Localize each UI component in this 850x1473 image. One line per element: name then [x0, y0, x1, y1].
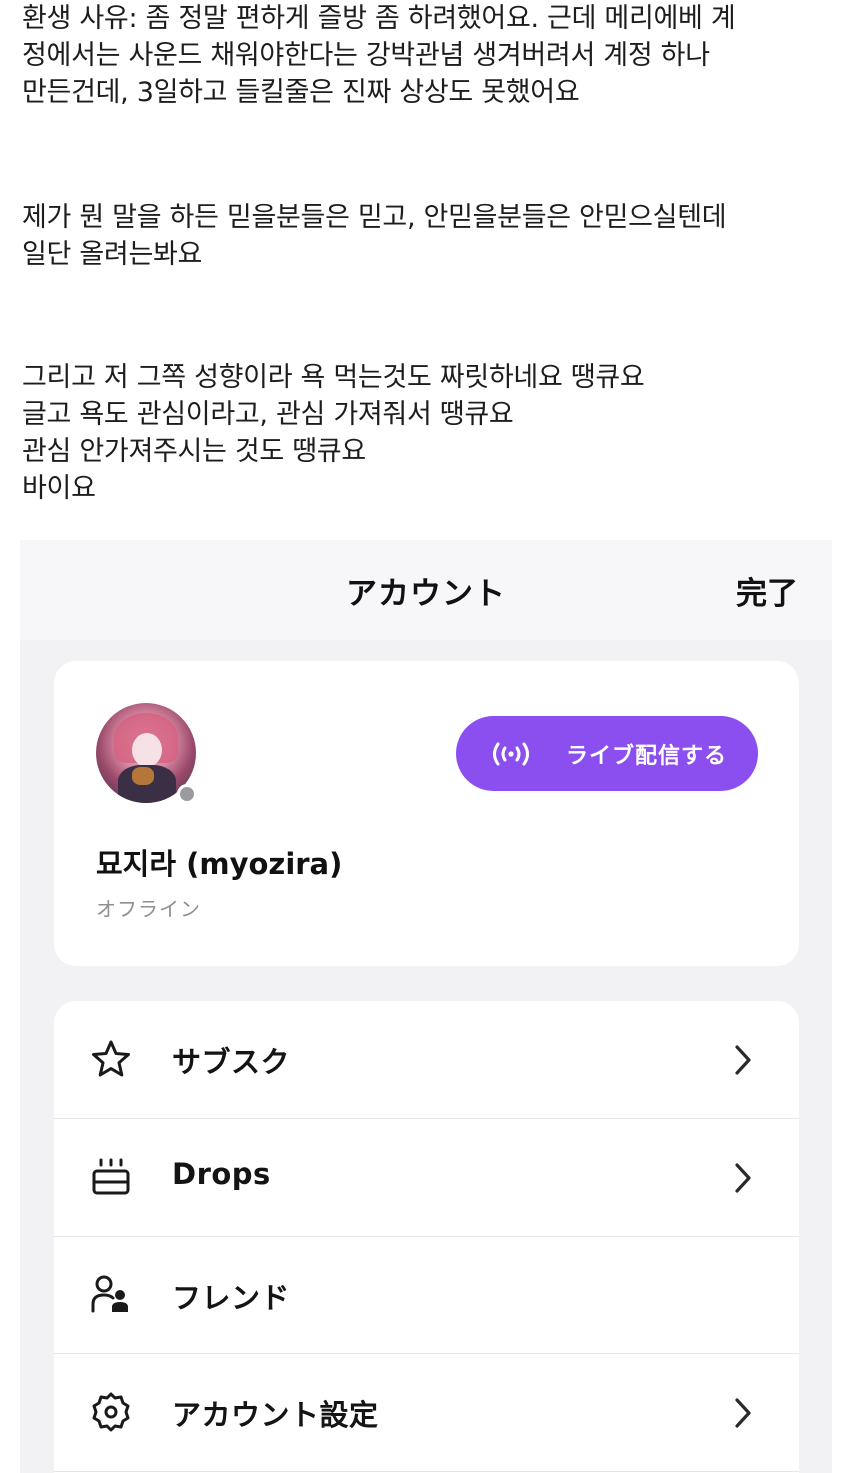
post-line: 바이요: [22, 473, 96, 504]
page-title: アカウント: [346, 576, 506, 612]
account-screenshot: アカウント 完了 ライブ配信する 묘지라 (myozira) オフライン サブス…: [20, 540, 832, 1473]
post-paragraph-1: 환생 사유: 좀 정말 편하게 즐방 좀 하려했어요. 근데 메리에베 계 정에…: [22, 0, 736, 111]
post-line: 글고 욕도 관심이라고, 관심 가져줘서 땡큐요: [22, 399, 514, 430]
profile-name: 묘지라 (myozira): [96, 847, 343, 881]
divider: [54, 1471, 799, 1472]
post-line: 그리고 저 그쪽 성향이라 욕 먹는것도 짜릿하네요 땡큐요: [22, 362, 645, 393]
gift-box-icon: [90, 1156, 132, 1198]
menu-item-friends[interactable]: フレンド: [54, 1237, 799, 1354]
menu-item-label: フレンド: [172, 1281, 291, 1315]
friends-icon: [90, 1273, 132, 1315]
post-paragraph-2: 제가 뭔 말을 하든 믿을분들은 믿고, 안믿을분들은 안믿으실텐데 일단 올려…: [22, 199, 727, 273]
account-header: アカウント 完了: [20, 540, 832, 640]
post-line: 관심 안가져주시는 것도 땡큐요: [22, 436, 366, 467]
chevron-right-icon: [733, 1044, 753, 1076]
menu-item-drops[interactable]: Drops: [54, 1119, 799, 1236]
post-line: 일단 올려는봐요: [22, 239, 203, 270]
profile-card: ライブ配信する 묘지라 (myozira) オフライン: [54, 661, 799, 966]
offline-status-dot: [177, 784, 197, 804]
account-menu: サブスク Drops フレンド アカウント設定: [54, 1001, 799, 1473]
done-button[interactable]: 完了: [736, 568, 798, 613]
chevron-right-icon: [733, 1397, 753, 1429]
menu-item-label: サブスク: [172, 1045, 291, 1079]
menu-item-label: Drops: [172, 1157, 271, 1191]
post-line: 환생 사유: 좀 정말 편하게 즐방 좀 하려했어요. 근데 메리에베 계: [22, 3, 736, 34]
post-line: 만든건데, 3일하고 들킬줄은 진짜 상상도 못했어요: [22, 77, 580, 108]
go-live-label: ライブ配信する: [566, 743, 728, 769]
post-paragraph-3: 그리고 저 그쪽 성향이라 욕 먹는것도 짜릿하네요 땡큐요 글고 욕도 관심이…: [22, 359, 645, 507]
menu-item-account-settings[interactable]: アカウント設定: [54, 1354, 799, 1471]
go-live-button[interactable]: ライブ配信する: [456, 716, 758, 791]
menu-item-label: アカウント設定: [172, 1398, 379, 1432]
post-line: 제가 뭔 말을 하든 믿을분들은 믿고, 안믿을분들은 안믿으실텐데: [22, 202, 727, 233]
star-icon: [90, 1038, 132, 1080]
profile-status: オフライン: [96, 897, 201, 921]
post-line: 정에서는 사운드 채워야한다는 강박관념 생겨버려서 계정 하나: [22, 40, 710, 71]
menu-item-subscriptions[interactable]: サブスク: [54, 1001, 799, 1118]
broadcast-icon: [488, 739, 534, 769]
chevron-right-icon: [733, 1162, 753, 1194]
gear-icon: [90, 1391, 132, 1433]
